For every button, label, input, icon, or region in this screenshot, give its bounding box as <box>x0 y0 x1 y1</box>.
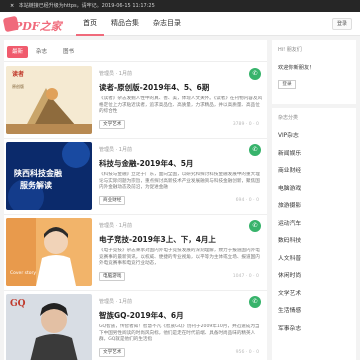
category-tag[interactable]: 文学艺术 <box>99 348 126 357</box>
article-meta: 管理员 · 1月前 <box>99 223 132 229</box>
category-item[interactable]: 运动汽车 <box>278 216 301 234</box>
main-nav: 首页 精品合集 杂志目录 <box>76 12 188 36</box>
list-item[interactable]: Cover story 管理员 · 1月前 ✆ 电子竞技-2019年3上、下，4… <box>4 216 267 291</box>
tab-books[interactable]: 图书 <box>58 46 79 58</box>
sidebar-login-button[interactable]: 登录 <box>278 80 296 89</box>
site-logo[interactable]: PDF之家 <box>2 15 66 33</box>
cover-image[interactable]: 陕西科技金融 服务解读 <box>6 142 92 210</box>
content-tabs: 最新 杂志 图书 <box>4 40 267 62</box>
cover-thumb-text: 原创版 <box>12 83 24 89</box>
cover-thumb-text: Cover story <box>10 270 36 276</box>
logo-text: PDF之家 <box>14 20 62 33</box>
site-header: PDF之家 首页 精品合集 杂志目录 登录 <box>0 12 360 36</box>
sidebar: Hi! 朋友们 欢迎你新朋友！ 登录 杂志分类 VIP杂志 新闻娱乐 商业财经 … <box>272 40 356 360</box>
welcome-text: 欢迎你新朋友！ <box>278 65 315 71</box>
tab-magazines[interactable]: 杂志 <box>31 46 52 58</box>
category-panel: 杂志分类 VIP杂志 新闻娱乐 商业财经 电脑游戏 旅游摄影 运动汽车 数码科技… <box>272 108 356 360</box>
svg-text:读者: 读者 <box>12 70 24 78</box>
article-desc: 《读者》杂志发掘人性中的真、善、美，体现人文关怀。《读者》在刊物内容及风格定位上… <box>99 96 263 115</box>
tab-latest[interactable]: 最新 <box>7 46 29 58</box>
wechat-icon[interactable]: ✆ <box>249 296 261 308</box>
nav-home[interactable]: 首页 <box>76 12 104 36</box>
article-stats: 694 · 0 · 0 <box>235 198 259 203</box>
category-item[interactable]: 生活情感 <box>278 303 301 321</box>
article-desc: 《科技与金融》立足于广东，面向全国，以研究和探讨科技金融发展中的重大理论与实际问… <box>99 172 260 191</box>
category-item[interactable]: 旅游摄影 <box>278 198 301 216</box>
user-panel-label: Hi! 朋友们 <box>278 47 302 53</box>
article-meta: 管理员 · 1月前 <box>99 299 132 305</box>
article-stats: 1047 · 0 · 0 <box>232 274 259 279</box>
list-item[interactable]: GQ 管理员 · 1月前 ✆ 智族GQ-2019年4、6月 GQ智族，传智者知！… <box>4 292 267 360</box>
article-title[interactable]: 读者-原创版-2019年4、5、6期 <box>99 82 249 93</box>
svg-text:服务解读: 服务解读 <box>20 180 52 190</box>
user-panel: Hi! 朋友们 欢迎你新朋友！ 登录 <box>272 40 356 104</box>
wechat-icon[interactable]: ✆ <box>249 144 261 156</box>
article-title[interactable]: 电子竞技-2019年3上、下，4月上 <box>99 234 249 245</box>
article-desc: 《电子竞技》杂志秉承对国内外电子竞技发展的深刻理解，致力于报道国内外电竞赛事的最… <box>99 248 260 267</box>
category-item[interactable]: 电脑游戏 <box>278 181 301 199</box>
article-title[interactable]: 科技与金融-2019年4、5月 <box>99 158 249 169</box>
list-item[interactable]: 读者 原创版 管理员 · 1月前 ✆ 读者-原创版-2019年4、5、6期 《读… <box>4 64 267 139</box>
article-meta: 管理员 · 1月前 <box>99 71 132 77</box>
category-item[interactable]: 人文科普 <box>278 251 301 269</box>
category-list: VIP杂志 新闻娱乐 商业财经 电脑游戏 旅游摄影 运动汽车 数码科技 人文科普… <box>278 128 301 338</box>
wechat-icon[interactable]: ✆ <box>249 220 261 232</box>
category-item[interactable]: 商业财经 <box>278 163 301 181</box>
cover-image[interactable]: 读者 原创版 <box>6 66 92 134</box>
category-item[interactable]: 休闲时尚 <box>278 268 301 286</box>
nav-collections[interactable]: 精品合集 <box>104 12 146 36</box>
category-panel-label: 杂志分类 <box>278 115 299 121</box>
category-item[interactable]: VIP杂志 <box>278 128 301 146</box>
cover-image[interactable]: Cover story <box>6 218 92 286</box>
category-tag[interactable]: 商业财经 <box>99 196 126 205</box>
svg-text:陕西科技金融: 陕西科技金融 <box>14 168 62 178</box>
cover-image[interactable]: GQ <box>6 294 92 360</box>
list-item[interactable]: 陕西科技金融 服务解读 管理员 · 1月前 ✆ 科技与金融-2019年4、5月 … <box>4 140 267 215</box>
category-item[interactable]: 新闻娱乐 <box>278 146 301 164</box>
article-desc: GQ智族，传智者知！智慧不凡《智族GQ》创刊于2009年10月，并迅速成为当下中… <box>99 324 260 343</box>
article-meta: 管理员 · 1月前 <box>99 147 132 153</box>
category-tag[interactable]: 文学艺术 <box>99 120 126 129</box>
nav-magazine-index[interactable]: 杂志目录 <box>146 12 188 36</box>
category-tag[interactable]: 电脑游戏 <box>99 272 126 281</box>
wechat-icon[interactable]: ✆ <box>249 68 261 80</box>
close-icon[interactable]: × <box>10 0 14 12</box>
category-item[interactable]: 文学艺术 <box>278 286 301 304</box>
login-button[interactable]: 登录 <box>332 18 352 30</box>
article-title[interactable]: 智族GQ-2019年4、6月 <box>99 310 249 321</box>
article-stats: 956 · 0 · 0 <box>235 350 259 355</box>
category-item[interactable]: 军事杂志 <box>278 321 301 339</box>
notice-bar: × 本站链接已经升级为https，请牢记。2019-06-15 11:17:25 <box>0 0 360 12</box>
cover-thumb-text: GQ <box>10 299 26 309</box>
article-list: 最新 杂志 图书 读者 原创版 管理员 · 1月前 ✆ 读者-原创版-2019年… <box>4 40 267 360</box>
category-item[interactable]: 数码科技 <box>278 233 301 251</box>
notice-text: 本站链接已经升级为https，请牢记。2019-06-15 11:17:25 <box>18 3 155 9</box>
article-stats: 3789 · 0 · 0 <box>232 122 259 127</box>
